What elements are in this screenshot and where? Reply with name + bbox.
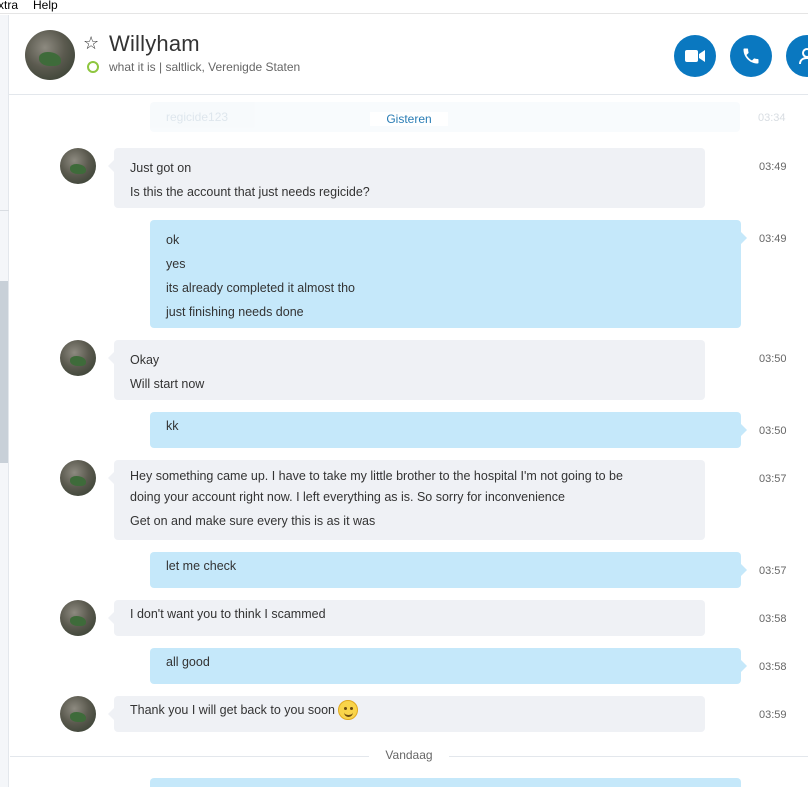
outgoing-message[interactable]: let me check xyxy=(150,552,747,588)
day-divider-yesterday: Gisteren xyxy=(10,112,808,126)
sender-avatar[interactable] xyxy=(60,340,96,376)
video-call-button[interactable] xyxy=(674,35,716,77)
message-time: 03:57 xyxy=(759,565,787,577)
message-line: yes xyxy=(166,257,186,271)
conversation-header: ☆ Willyham what it is | saltlick, Vereni… xyxy=(9,15,808,95)
menu-bar: xtra Help xyxy=(0,0,808,14)
online-status-icon xyxy=(87,61,99,73)
message-line-with-emoji: Thank you I will get back to you soon xyxy=(130,698,689,722)
message-time: 03:49 xyxy=(759,161,787,173)
sidebar-divider xyxy=(0,210,9,211)
message-time: 03:49 xyxy=(759,233,787,245)
contact-mood-message: what it is | saltlick, Verenigde Staten xyxy=(109,60,301,74)
outgoing-message[interactable]: ok yes its already completed it almost t… xyxy=(150,220,747,328)
message-line: all good xyxy=(166,655,210,669)
add-contact-icon xyxy=(799,48,808,65)
chat-history[interactable]: regicide123 03:34 Gisteren Just got on I… xyxy=(10,96,808,787)
message-line: its already completed it almost tho xyxy=(166,281,355,295)
message-line: kk xyxy=(166,419,179,433)
sender-avatar[interactable] xyxy=(60,148,96,184)
contact-name[interactable]: Willyham xyxy=(109,31,200,57)
sender-avatar[interactable] xyxy=(60,460,96,496)
message-line: Just got on xyxy=(130,161,192,175)
incoming-message[interactable]: Hey something came up. I have to take my… xyxy=(108,460,705,540)
video-call-icon xyxy=(685,50,705,62)
incoming-message[interactable]: Thank you I will get back to you soon xyxy=(108,696,705,732)
sidebar-edge xyxy=(0,15,9,787)
message-time: 03:58 xyxy=(759,661,787,673)
message-line: Get on and make sure every this is as it… xyxy=(130,514,376,528)
incoming-message[interactable]: Okay Will start now xyxy=(108,340,705,400)
message-time: 03:50 xyxy=(759,353,787,365)
day-label: Vandaag xyxy=(369,748,449,762)
smile-emoji-icon[interactable] xyxy=(337,699,358,720)
message-line: ok xyxy=(166,233,180,247)
add-people-button[interactable] xyxy=(786,35,808,77)
message-time: 03:50 xyxy=(759,425,787,437)
menu-item-extra[interactable]: xtra xyxy=(0,0,18,11)
sidebar-scrollbar[interactable] xyxy=(0,281,8,463)
audio-call-button[interactable] xyxy=(730,35,772,77)
message-line: I don't want you to think I scammed xyxy=(130,607,326,621)
menu-item-help[interactable]: Help xyxy=(33,0,58,11)
message-line: doing your account right now. I left eve… xyxy=(130,490,565,504)
message-line: Will start now xyxy=(130,377,205,391)
day-divider-today: Vandaag xyxy=(10,748,808,762)
incoming-message[interactable]: I don't want you to think I scammed xyxy=(108,600,705,636)
outgoing-message[interactable]: all good xyxy=(150,648,747,684)
outgoing-message[interactable]: kk xyxy=(150,412,747,448)
contact-avatar[interactable] xyxy=(25,30,75,80)
phone-call-icon xyxy=(743,48,759,64)
message-time: 03:58 xyxy=(759,613,787,625)
message-time: 03:57 xyxy=(759,473,787,485)
message-line: let me check xyxy=(166,559,237,573)
message-text: Thank you I will get back to you soon xyxy=(130,703,335,717)
sender-avatar[interactable] xyxy=(60,600,96,636)
favorite-star-icon[interactable]: ☆ xyxy=(83,33,99,54)
message-time: 03:59 xyxy=(759,709,787,721)
outgoing-message-partial[interactable] xyxy=(150,778,741,787)
message-line: Is this the account that just needs regi… xyxy=(130,185,370,199)
incoming-message[interactable]: Just got on Is this the account that jus… xyxy=(108,148,705,208)
sender-avatar[interactable] xyxy=(60,696,96,732)
message-line: Hey something came up. I have to take my… xyxy=(130,469,623,483)
message-line: Okay xyxy=(130,353,160,367)
day-label: Gisteren xyxy=(370,112,448,126)
message-line: just finishing needs done xyxy=(166,305,304,319)
